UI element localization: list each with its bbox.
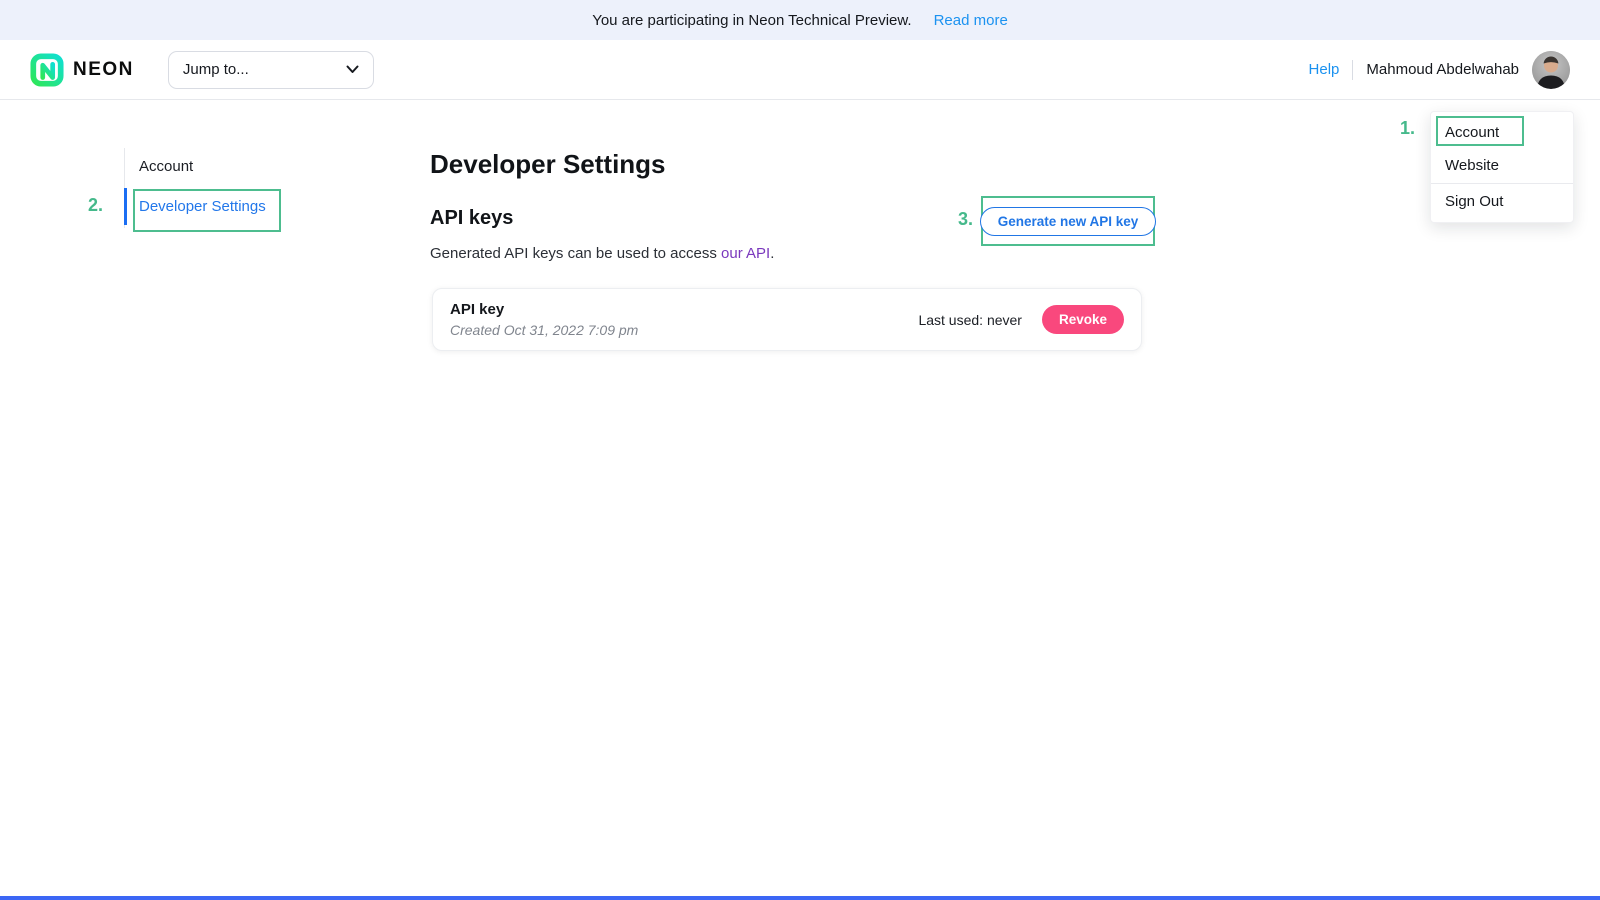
sidebar-item-account[interactable]: Account xyxy=(124,148,324,185)
sidebar-item-developer-settings-label: Developer Settings xyxy=(139,198,266,215)
page-title: Developer Settings xyxy=(430,149,666,180)
api-keys-description: Generated API keys can be used to access… xyxy=(430,245,774,262)
sidebar-item-account-label: Account xyxy=(139,158,193,175)
description-period: . xyxy=(770,245,774,262)
jump-to-label: Jump to... xyxy=(183,61,249,78)
api-keys-section-title: API keys xyxy=(430,207,513,230)
sidebar-item-developer-settings[interactable]: Developer Settings xyxy=(124,185,324,228)
annotation-step-3: 3. xyxy=(958,209,973,230)
settings-sidebar: Account Developer Settings xyxy=(124,148,324,228)
technical-preview-banner: You are participating in Neon Technical … xyxy=(0,0,1600,40)
generate-api-key-button[interactable]: Generate new API key xyxy=(980,207,1157,236)
user-name[interactable]: Mahmoud Abdelwahab xyxy=(1366,61,1519,78)
api-key-last-used: Last used: never xyxy=(918,312,1022,328)
header-right-group: Help Mahmoud Abdelwahab xyxy=(1309,51,1570,89)
window-bottom-edge xyxy=(0,896,1600,900)
read-more-link[interactable]: Read more xyxy=(934,12,1008,29)
header-divider xyxy=(1352,60,1353,80)
neon-logo-icon xyxy=(30,53,64,87)
api-key-name: API key xyxy=(450,301,638,318)
revoke-button[interactable]: Revoke xyxy=(1042,305,1124,334)
annotation-step-2: 2. xyxy=(88,195,103,216)
description-text: Generated API keys can be used to access xyxy=(430,245,721,262)
menu-item-account[interactable]: Account xyxy=(1431,116,1573,149)
api-key-created-date: Created Oct 31, 2022 7:09 pm xyxy=(450,322,638,338)
neon-logo[interactable]: NEON xyxy=(30,53,134,87)
user-avatar[interactable] xyxy=(1532,51,1570,89)
our-api-link[interactable]: our API xyxy=(721,245,770,262)
chevron-down-icon xyxy=(346,65,359,74)
banner-message: You are participating in Neon Technical … xyxy=(592,12,911,29)
menu-divider xyxy=(1431,183,1573,184)
api-key-card: API key Created Oct 31, 2022 7:09 pm Las… xyxy=(432,288,1142,351)
menu-item-sign-out[interactable]: Sign Out xyxy=(1431,185,1573,218)
app-header: NEON Jump to... Help Mahmoud Abdelwahab xyxy=(0,40,1600,100)
api-key-info: API key Created Oct 31, 2022 7:09 pm xyxy=(450,301,638,338)
logo-wordmark: NEON xyxy=(73,59,134,81)
annotation-step-1: 1. xyxy=(1400,118,1415,139)
menu-item-website[interactable]: Website xyxy=(1431,149,1573,182)
jump-to-dropdown[interactable]: Jump to... xyxy=(168,51,374,89)
help-link[interactable]: Help xyxy=(1309,61,1340,78)
user-menu: Account Website Sign Out xyxy=(1430,111,1574,223)
annotation-box-3: Generate new API key xyxy=(981,196,1155,246)
